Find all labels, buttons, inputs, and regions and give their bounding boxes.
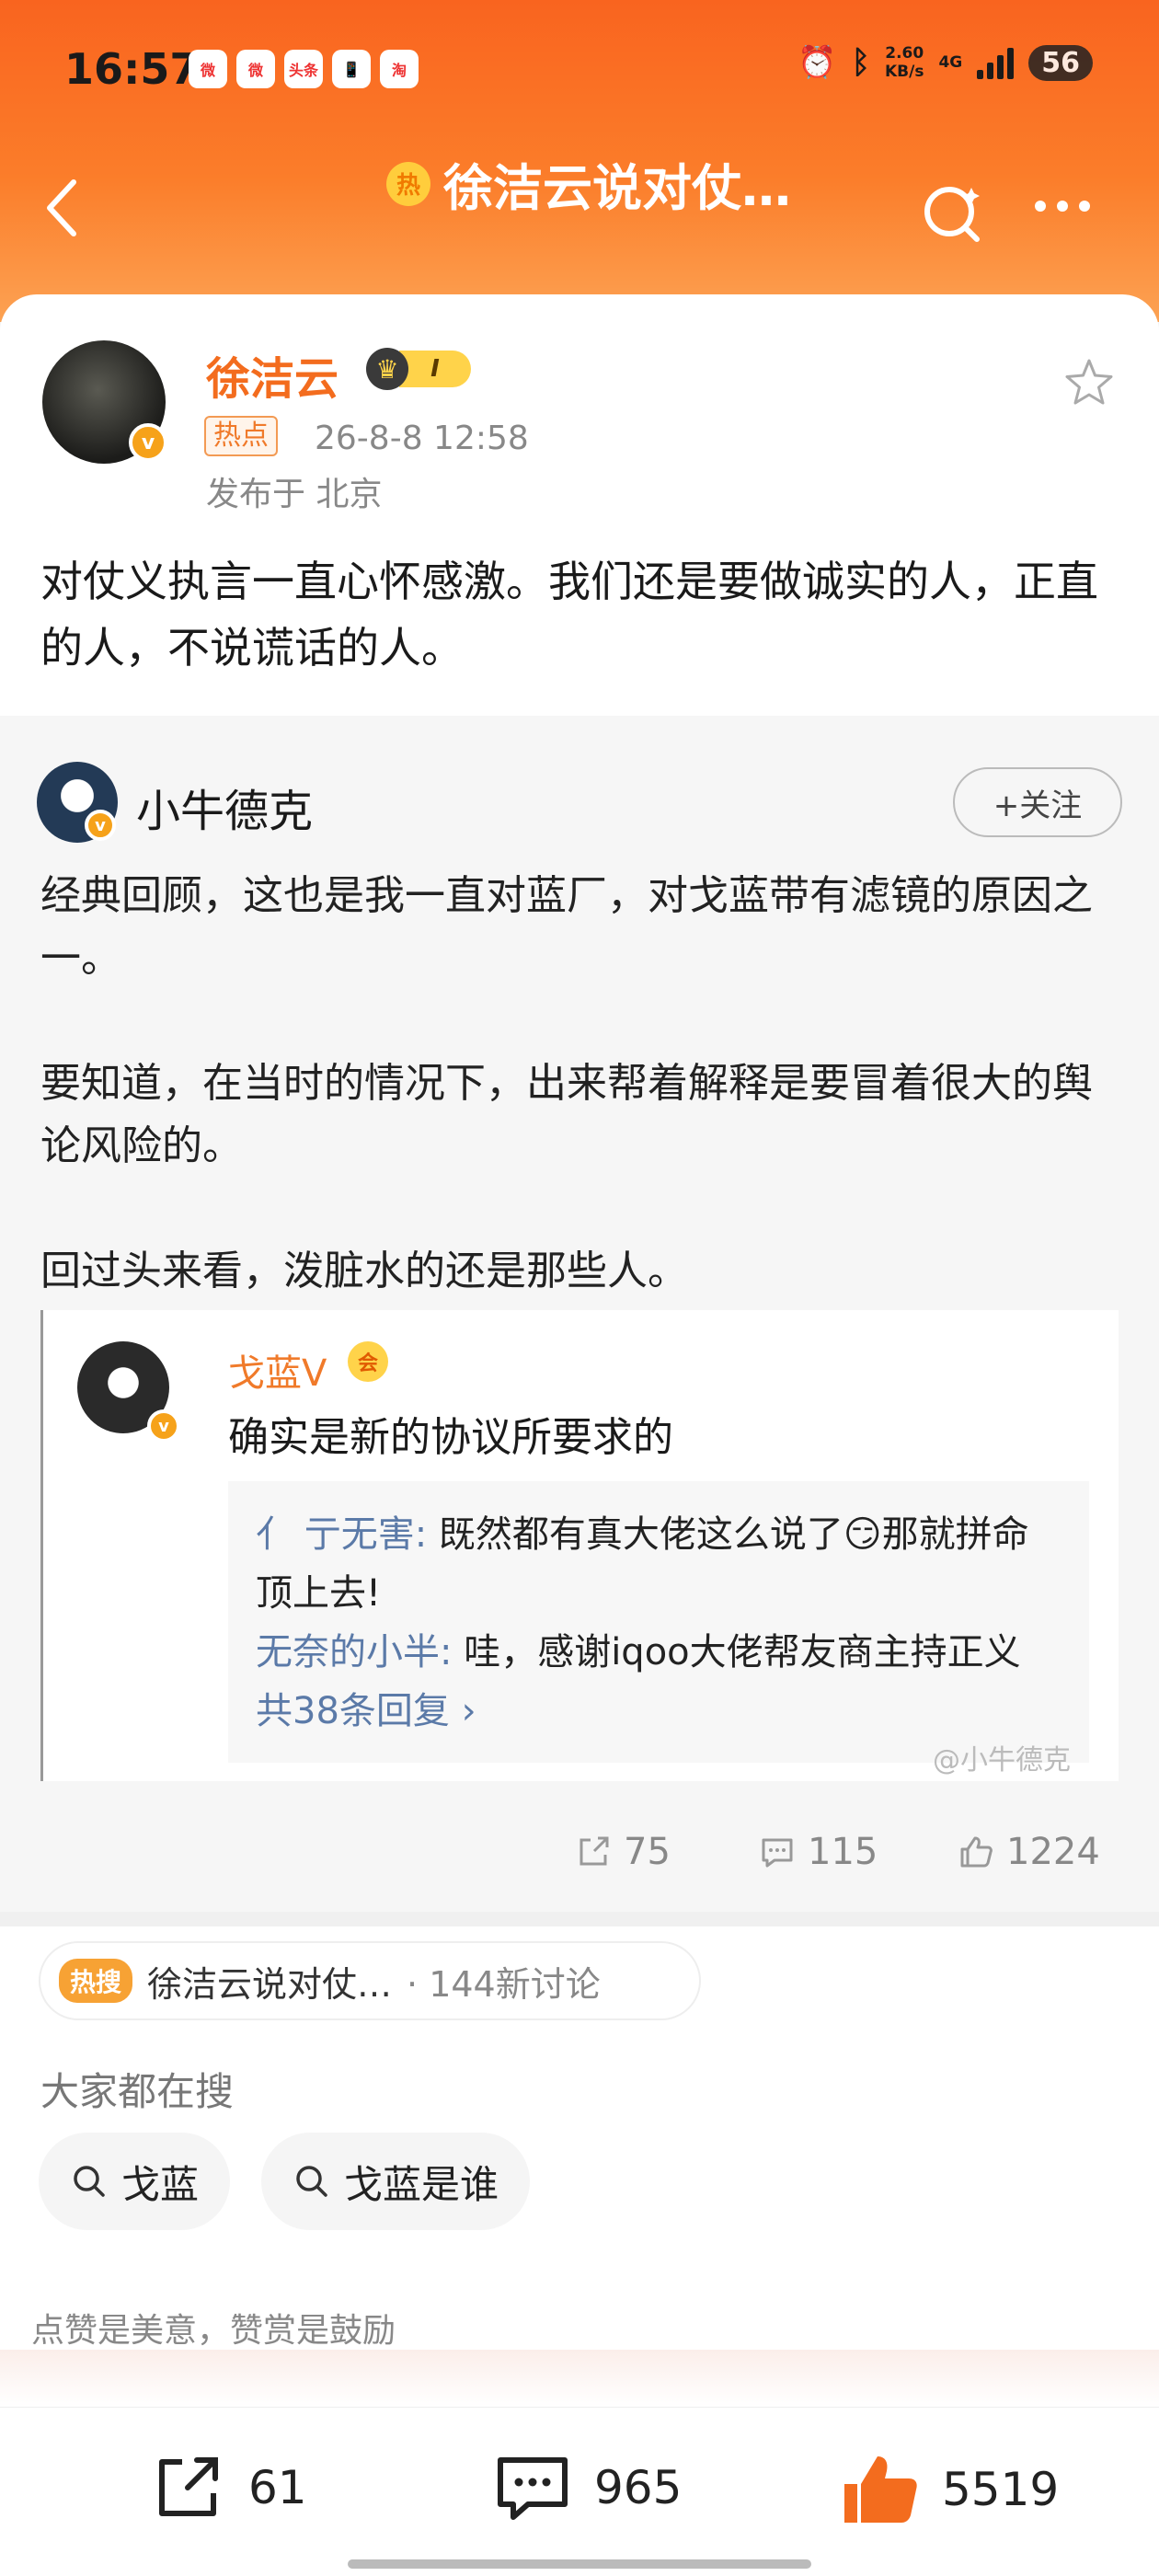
- repost-comment-button[interactable]: 115: [758, 1831, 878, 1873]
- reply-item: 亻 亍无害: 既然都有真大佬这么说了😏那就拼命顶上去!: [256, 1513, 1029, 1615]
- watermark: @小牛德克: [933, 1744, 1071, 1777]
- level-badge: ♛ I: [366, 348, 471, 390]
- status-right: ⏰ ᛒ 2.60 KB/s 4G 56: [798, 44, 1093, 81]
- reward-strip: [0, 2350, 1159, 2407]
- share-button[interactable]: 61: [147, 2447, 307, 2528]
- share-icon: [159, 2457, 218, 2516]
- member-icon: 会: [348, 1341, 388, 1382]
- weibo-icon: 微: [189, 50, 227, 88]
- praise-text: 点赞是美意，赞赏是鼓励: [31, 2312, 396, 2350]
- quoted-replies: 亻 亍无害: 既然都有真大佬这么说了😏那就拼命顶上去! 无奈的小半: 哇，感谢i…: [228, 1481, 1089, 1763]
- repost-text: 经典回顾，这也是我一直对蓝厂，对戈蓝带有滤镜的原因之一。 要知道，在当时的情况下…: [40, 872, 1093, 1294]
- post-location: 发布于 北京: [206, 476, 383, 513]
- signal-icon: [977, 46, 1015, 79]
- page-title: 热 徐洁云说对仗…: [386, 147, 791, 220]
- topic-count: · 144新讨论: [407, 1963, 601, 2005]
- status-app-icons: 微 微 头条 📱 淘: [189, 50, 419, 88]
- quoted-text: 确实是新的协议所要求的: [228, 1414, 673, 1461]
- more-icon[interactable]: [1035, 201, 1090, 212]
- search-chip[interactable]: 戈蓝是谁: [261, 2133, 531, 2230]
- search-chip[interactable]: 戈蓝: [39, 2133, 231, 2230]
- network-speed: 2.60 KB/s: [884, 44, 924, 81]
- taobao-icon: 淘: [380, 50, 419, 88]
- more-replies-link[interactable]: 共38条回复 ›: [256, 1682, 1061, 1741]
- quoted-author-name[interactable]: 戈蓝V: [228, 1343, 327, 1397]
- comment-button[interactable]: 965: [491, 2447, 682, 2528]
- crown-icon: ♛: [366, 348, 408, 390]
- favorite-star-icon[interactable]: [1061, 355, 1117, 410]
- post-text: 对仗义执言一直心怀感激。我们还是要做诚实的人，正直的人，不说谎话的人。: [40, 557, 1098, 673]
- verified-badge-icon: v: [85, 810, 116, 841]
- like-icon: [844, 2456, 917, 2523]
- author-name[interactable]: 徐洁云: [206, 342, 339, 407]
- verified-badge-icon: v: [129, 423, 167, 462]
- weibo-icon: 微: [236, 50, 275, 88]
- repost-like-button[interactable]: 1224: [957, 1831, 1100, 1873]
- network-type: 4G: [938, 53, 963, 72]
- hot-topic-link[interactable]: 热搜 徐洁云说对仗… · 144新讨论: [39, 1941, 701, 2020]
- search-icon: [74, 2166, 105, 2197]
- toutiao-icon: 头条: [284, 50, 323, 88]
- status-bar: 16:57 微 微 头条 📱 淘 ⏰ ᛒ 2.60 KB/s 4G 56: [0, 0, 1159, 147]
- hot-search-badge: 热搜: [59, 1959, 133, 2003]
- search-icon[interactable]: [918, 178, 988, 248]
- divider: [0, 1912, 1159, 1926]
- hot-icon: 热: [386, 161, 430, 206]
- battery-indicator: 56: [1028, 44, 1093, 81]
- share-icon: [580, 1836, 609, 1866]
- hot-tag: 热点: [204, 416, 278, 456]
- comment-icon: [498, 2457, 568, 2520]
- bluetooth-icon: ᛒ: [851, 44, 870, 81]
- back-icon[interactable]: [42, 177, 79, 239]
- search-icon: [296, 2166, 327, 2197]
- verified-badge-icon: v: [147, 1409, 180, 1443]
- repost-share-button[interactable]: 75: [574, 1831, 671, 1873]
- reply-item: 无奈的小半: 哇，感谢iqoo大佬帮友商主持正义: [256, 1631, 1021, 1673]
- topic-title: 徐洁云说对仗…: [147, 1963, 393, 2005]
- post-time: 26-8-8 12:58: [315, 420, 529, 457]
- follow-button[interactable]: +关注: [953, 767, 1122, 837]
- repost-author-name[interactable]: 小牛德克: [136, 775, 313, 839]
- like-button[interactable]: 5519: [837, 2447, 1059, 2532]
- search-heading: 大家都在搜: [40, 2069, 235, 2114]
- comment-icon: [762, 1838, 793, 1868]
- alarm-icon: ⏰: [798, 44, 837, 81]
- like-icon: [960, 1836, 993, 1868]
- status-time: 16:57: [64, 44, 200, 94]
- home-indicator: [348, 2559, 811, 2569]
- app-icon: 📱: [332, 50, 371, 88]
